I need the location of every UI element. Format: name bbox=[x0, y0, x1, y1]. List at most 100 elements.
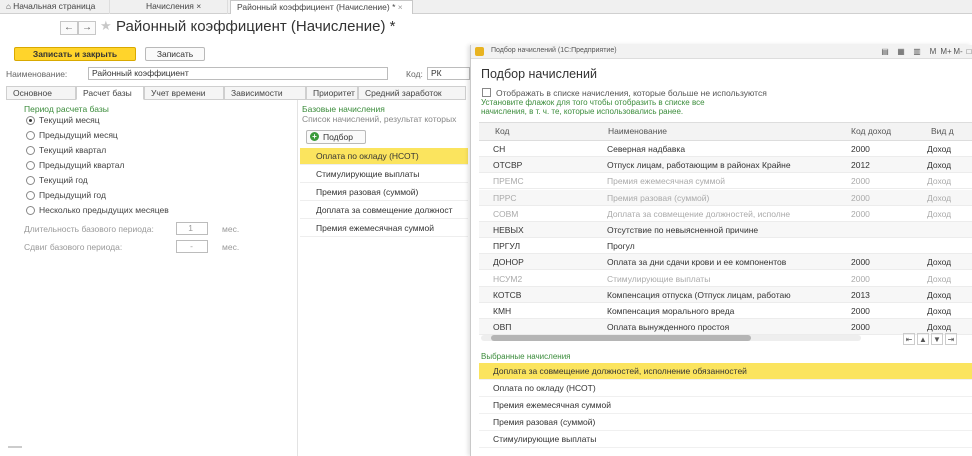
h-scrollbar[interactable] bbox=[481, 335, 861, 341]
selected-item[interactable]: Премия ежемесячная суммой bbox=[479, 397, 972, 414]
table-row[interactable]: КОТСВ Компенсация отпуска (Отпуск лицам, … bbox=[479, 286, 972, 303]
memory-button[interactable]: M bbox=[927, 46, 939, 58]
period-option-label[interactable]: Предыдущий месяц bbox=[39, 130, 118, 140]
calendar-icon[interactable]: ▥ bbox=[911, 46, 923, 58]
table-row[interactable]: ОВП Оплата вынужденного простоя 2000 Доход bbox=[479, 319, 972, 336]
doc-icon[interactable]: ▤ bbox=[879, 46, 891, 58]
tab-priority[interactable]: Приоритет bbox=[306, 86, 358, 100]
pick-button[interactable]: + Подбор bbox=[306, 130, 366, 144]
forward-button[interactable]: → bbox=[78, 21, 96, 35]
table-row[interactable]: ДОНОР Оплата за дни сдачи крови и ее комп… bbox=[479, 254, 972, 271]
duration-label: Длительность базового периода: bbox=[24, 224, 154, 234]
selected-item[interactable]: Стимулирующие выплаты bbox=[479, 431, 972, 448]
back-button[interactable]: ← bbox=[60, 21, 78, 35]
table-row[interactable]: ПРЕМС Премия ежемесячная суммой 2000 Доход bbox=[479, 173, 972, 190]
period-option-label[interactable]: Текущий квартал bbox=[39, 145, 106, 155]
tab-dependencies[interactable]: Зависимости bbox=[224, 86, 306, 100]
close-icon[interactable]: × bbox=[194, 1, 201, 11]
cell-name: Премия разовая (суммой) bbox=[607, 192, 710, 203]
col-income-code[interactable]: Код доход bbox=[851, 122, 891, 141]
maximize-icon[interactable]: □ bbox=[963, 46, 972, 58]
grid-icon[interactable]: ▦ bbox=[895, 46, 907, 58]
star-icon[interactable]: ★ bbox=[100, 18, 112, 34]
base-hint: Список начислений, результат которых bbox=[302, 114, 457, 124]
table-row[interactable]: НСУМ2 Стимулирующие выплаты 2000 Доход bbox=[479, 271, 972, 287]
tab-main[interactable]: Основное bbox=[6, 86, 76, 100]
move-top-icon[interactable]: ⇤ bbox=[903, 333, 915, 345]
selected-item[interactable]: Оплата по окладу (НСОТ) bbox=[479, 380, 972, 397]
period-option-label[interactable]: Предыдущий квартал bbox=[39, 160, 124, 170]
duration-field[interactable]: 1 bbox=[176, 222, 208, 235]
table-row[interactable]: ОТСВР Отпуск лицам, работающим в районах … bbox=[479, 157, 972, 174]
tab-home[interactable]: ⌂ Начальная страница bbox=[0, 0, 110, 14]
cell-inc: 2000 bbox=[851, 322, 870, 333]
collapse-handle[interactable] bbox=[8, 446, 22, 448]
period-option-label[interactable]: Текущий год bbox=[39, 175, 88, 185]
scroll-thumb[interactable] bbox=[491, 335, 751, 341]
tab-time[interactable]: Учет времени bbox=[144, 86, 224, 100]
base-list-item[interactable]: Доплата за совмещение должност bbox=[300, 202, 468, 219]
period-radio-1[interactable] bbox=[26, 131, 35, 140]
tab-avg-earnings[interactable]: Средний заработок bbox=[358, 86, 466, 100]
cell-code: НСУМ2 bbox=[493, 273, 523, 284]
cell-name: Северная надбавка bbox=[607, 144, 686, 154]
shift-field[interactable]: - bbox=[176, 240, 208, 253]
save-close-button[interactable]: Записать и закрыть bbox=[14, 47, 136, 61]
cell-inc: 2000 bbox=[851, 306, 870, 316]
base-list-item[interactable]: Стимулирующие выплаты bbox=[300, 166, 468, 183]
shift-unit: мес. bbox=[222, 242, 240, 252]
close-icon[interactable]: × bbox=[395, 2, 403, 12]
period-option-label[interactable]: Текущий месяц bbox=[39, 115, 100, 125]
period-radio-3[interactable] bbox=[26, 161, 35, 170]
period-radio-2[interactable] bbox=[26, 146, 35, 155]
table-header bbox=[479, 122, 972, 141]
period-option-label[interactable]: Несколько предыдущих месяцев bbox=[39, 205, 169, 215]
col-name[interactable]: Наименование bbox=[608, 122, 667, 141]
name-field[interactable]: Районный коэффициент bbox=[88, 67, 388, 80]
cell-inc: 2000 bbox=[851, 192, 870, 203]
code-field[interactable]: РК bbox=[427, 67, 470, 80]
cell-name: Отпуск лицам, работающим в районах Крайн… bbox=[607, 160, 791, 171]
table-row[interactable]: ПРРС Премия разовая (суммой) 2000 Доход bbox=[479, 189, 972, 206]
selected-item[interactable]: Премия разовая (суммой) bbox=[479, 414, 972, 431]
period-radio-0[interactable] bbox=[26, 116, 35, 125]
base-list-item[interactable]: Премия разовая (суммой) bbox=[300, 184, 468, 201]
tab-charges[interactable]: Начисления × bbox=[140, 0, 228, 14]
col-kind[interactable]: Вид д bbox=[931, 122, 954, 141]
save-button[interactable]: Записать bbox=[145, 47, 205, 61]
base-title: Базовые начисления bbox=[302, 104, 385, 114]
table-row[interactable]: КМН Компенсация морального вреда 2000 Доход bbox=[479, 303, 972, 319]
period-option-label[interactable]: Предыдущий год bbox=[39, 190, 106, 200]
cell-name: Стимулирующие выплаты bbox=[607, 273, 711, 284]
table-row[interactable]: СН Северная надбавка 2000 Доход bbox=[479, 141, 972, 157]
hint-line-1: Установите флажок для того чтобы отобраз… bbox=[481, 98, 705, 107]
period-radio-6[interactable] bbox=[26, 206, 35, 215]
move-bottom-icon[interactable]: ⇥ bbox=[945, 333, 957, 345]
plus-icon: + bbox=[310, 132, 319, 141]
cell-code: СОВМ bbox=[493, 208, 519, 219]
page-title: Районный коэффициент (Начисление) * bbox=[116, 18, 396, 35]
cell-name: Компенсация отпуска (Отпуск лицам, работ… bbox=[607, 289, 791, 300]
table-row[interactable]: ПРГУЛ Прогул bbox=[479, 238, 972, 255]
table-row[interactable]: НЕВЫХ Отсутствие по невыясненной причине bbox=[479, 222, 972, 238]
base-list-item[interactable]: Премия ежемесячная суммой bbox=[300, 220, 468, 237]
dialog-window-title: Подбор начислений (1С:Предприятие) bbox=[491, 47, 617, 54]
period-title: Период расчета базы bbox=[24, 104, 109, 114]
selected-item[interactable]: Доплата за совмещение должностей, исполн… bbox=[479, 363, 972, 380]
show-unused-checkbox[interactable] bbox=[482, 88, 491, 97]
cell-inc: 2013 bbox=[851, 289, 870, 300]
cell-kind: Доход bbox=[927, 257, 952, 268]
move-down-icon[interactable]: ▼ bbox=[931, 333, 943, 345]
tab-strip: ⌂ Начальная страница Начисления × Районн… bbox=[0, 0, 972, 14]
cell-code: ОВП bbox=[493, 322, 512, 333]
cell-kind: Доход bbox=[927, 176, 952, 187]
table-row[interactable]: СОВМ Доплата за совмещение должностей, ис… bbox=[479, 206, 972, 222]
period-radio-4[interactable] bbox=[26, 176, 35, 185]
period-radio-5[interactable] bbox=[26, 191, 35, 200]
tab-base-calc[interactable]: Расчет базы bbox=[76, 86, 144, 100]
tab-current[interactable]: Районный коэффициент (Начисление) * × bbox=[230, 0, 413, 14]
base-list-item[interactable]: Оплата по окладу (НСОТ) bbox=[300, 148, 468, 165]
move-up-icon[interactable]: ▲ bbox=[917, 333, 929, 345]
col-code[interactable]: Код bbox=[495, 122, 509, 141]
cell-code: КОТСВ bbox=[493, 289, 522, 300]
